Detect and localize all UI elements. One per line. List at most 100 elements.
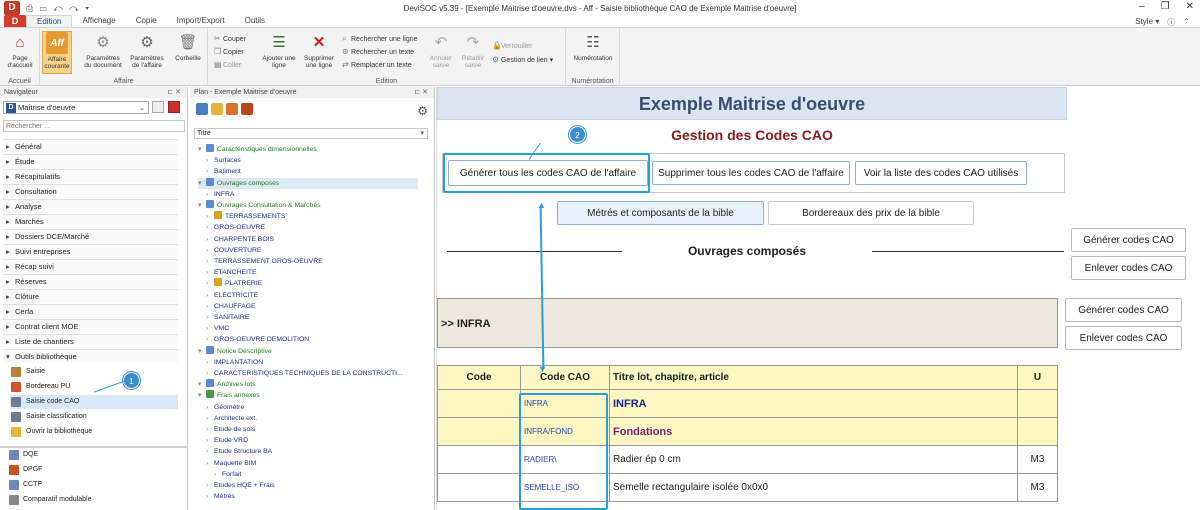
chevron-icon[interactable]: › bbox=[206, 491, 214, 502]
tab-outils[interactable]: Outils bbox=[235, 15, 275, 27]
chevron-icon[interactable]: ▾ bbox=[198, 390, 206, 401]
chevron-icon[interactable]: › bbox=[206, 256, 214, 267]
navigator-search-input[interactable] bbox=[3, 120, 185, 132]
link-management-button[interactable]: ⚙ Gestion de lien ▾ bbox=[492, 54, 553, 65]
navigator-tool-item[interactable]: Saisie code CAO bbox=[10, 395, 178, 409]
project-selector[interactable]: D Maîtrise d'oeuvre ⌄ bbox=[3, 101, 149, 114]
chevron-icon[interactable]: › bbox=[206, 245, 214, 256]
settings-gear-icon[interactable]: ⚙ bbox=[417, 104, 428, 118]
navigator-section[interactable]: Outils bibliothèque bbox=[3, 349, 178, 364]
chevron-icon[interactable]: › bbox=[206, 166, 214, 177]
plan-tree-node[interactable]: › COUVERTURE bbox=[206, 245, 261, 256]
current-project-button[interactable]: Aff Affaire courante bbox=[42, 31, 72, 74]
tree-icon[interactable] bbox=[196, 103, 208, 115]
plan-tree-node[interactable]: › Architecte ext. bbox=[206, 413, 257, 424]
infra-lot-row[interactable]: >> INFRA bbox=[437, 298, 1058, 348]
chevron-icon[interactable]: ▾ bbox=[198, 200, 206, 211]
chevron-icon[interactable]: › bbox=[214, 469, 222, 480]
style-menu[interactable]: Style ▾ bbox=[1135, 17, 1159, 28]
navigator-section[interactable]: Clôture bbox=[3, 289, 178, 304]
tab-file[interactable]: D bbox=[4, 15, 26, 27]
help-icon[interactable]: ⓘ bbox=[1167, 17, 1175, 28]
redo-button[interactable]: ↷ Rétablir saisie bbox=[458, 31, 488, 70]
chevron-icon[interactable]: › bbox=[206, 301, 214, 312]
chevron-icon[interactable]: › bbox=[206, 480, 214, 491]
cell-titre[interactable]: Radier ép 0 cm bbox=[609, 445, 1018, 474]
cell-titre[interactable]: Semelle rectangulaire isolée 0x0x0 bbox=[609, 473, 1018, 502]
chevron-icon[interactable]: › bbox=[206, 424, 214, 435]
chevron-icon[interactable]: › bbox=[206, 155, 214, 166]
delete-all-cao-button[interactable]: Supprimer tous les codes CAO de l'affair… bbox=[652, 161, 850, 185]
plan-tree-node[interactable]: ▾ Caractéristiques dimensionnelles bbox=[198, 144, 317, 155]
collapse-ribbon-icon[interactable]: ⌃ bbox=[1183, 17, 1190, 28]
navigator-section[interactable]: Consultation bbox=[3, 184, 178, 199]
lock-button[interactable]: 🔒Verrouiller bbox=[492, 40, 533, 51]
plan-tree-node[interactable]: › CHAUFFAGE bbox=[206, 301, 256, 312]
chevron-icon[interactable]: ▾ bbox=[198, 346, 206, 357]
cell-code[interactable] bbox=[437, 417, 521, 446]
plan-tree-node[interactable]: › CARACTERISTIQUES TECHNIQUES DE LA CONST… bbox=[206, 368, 403, 379]
chevron-icon[interactable]: › bbox=[206, 323, 214, 334]
cell-unit[interactable] bbox=[1017, 417, 1058, 446]
generate-cao-codes-button[interactable]: Générer codes CAO bbox=[1071, 228, 1186, 252]
plan-tree-node[interactable]: › CHARPENTE BOIS bbox=[206, 234, 274, 245]
plan-tree-node[interactable]: › Etude VRD bbox=[206, 435, 248, 446]
chevron-icon[interactable]: › bbox=[206, 413, 214, 424]
plan-tree-node[interactable]: › SANITAIRE bbox=[206, 312, 249, 323]
find-text-button[interactable]: ⊛ Rechercher un texte bbox=[342, 46, 414, 57]
generate-cao-codes-infra-button[interactable]: Générer codes CAO bbox=[1065, 298, 1182, 322]
undo-button[interactable]: ↶ Annuler saisie bbox=[426, 31, 456, 70]
plan-tree-node[interactable]: › GROS-OEUVRE DEMOLITION bbox=[206, 334, 309, 345]
plan-tree-node[interactable]: › Batiment bbox=[206, 166, 241, 177]
plan-tree-node[interactable]: ▾ Archives lots bbox=[198, 379, 256, 390]
plan-tree-node[interactable]: › TERRASSEMENT GROS-OEUVRE bbox=[206, 256, 323, 267]
cell-unit[interactable]: M3 bbox=[1017, 445, 1058, 474]
chevron-icon[interactable]: › bbox=[206, 211, 214, 222]
list-icon[interactable] bbox=[152, 101, 164, 113]
cut-button[interactable]: ✂ Couper bbox=[214, 33, 246, 44]
chevron-icon[interactable]: › bbox=[206, 357, 214, 368]
trash-button[interactable]: 🗑 Corbeille bbox=[173, 31, 203, 63]
cell-titre[interactable]: Fondations bbox=[609, 417, 1018, 446]
cell-code[interactable] bbox=[437, 389, 521, 418]
tab-import-export[interactable]: Import/Export bbox=[167, 15, 235, 27]
tab-edition[interactable]: Edition bbox=[26, 15, 73, 27]
tab-copie[interactable]: Copie bbox=[126, 15, 167, 27]
close-icon[interactable]: ✕ bbox=[1186, 1, 1194, 12]
tab-affichage[interactable]: Affichage bbox=[72, 15, 125, 27]
project-settings-button[interactable]: ⚙ Paramètres de l'affaire bbox=[128, 31, 166, 70]
document-settings-button[interactable]: ⚙ Paramètres du document bbox=[84, 31, 122, 70]
plan-tree-node[interactable]: › IMPLANTATION bbox=[206, 357, 263, 368]
plan-tree-node[interactable]: ▾ Frais annexes bbox=[198, 390, 260, 401]
navigator-document-item[interactable]: DPGF bbox=[3, 463, 185, 477]
plan-tree-node[interactable]: › Géomètre bbox=[206, 402, 244, 413]
navigator-section[interactable]: Dossiers DCE/Marché bbox=[3, 229, 178, 244]
cell-titre[interactable]: INFRA bbox=[609, 389, 1018, 418]
minimize-icon[interactable]: – bbox=[1139, 1, 1145, 12]
navigator-section[interactable]: Réserves bbox=[3, 274, 178, 289]
chevron-icon[interactable]: › bbox=[206, 458, 214, 469]
plan-tree-node[interactable]: › GROS-OEUVRE bbox=[206, 222, 265, 233]
navigator-section[interactable]: Liste de chantiers bbox=[3, 334, 178, 349]
delete-line-button[interactable]: ✕ Supprimer une ligne bbox=[300, 31, 338, 70]
chevron-icon[interactable]: ▾ bbox=[198, 178, 206, 189]
chevron-icon[interactable]: ▾ bbox=[198, 379, 206, 390]
navigator-tool-item[interactable]: Saisie classification bbox=[10, 410, 178, 424]
navigator-section[interactable]: Suivi entreprises bbox=[3, 244, 178, 259]
plan-tree-node[interactable]: › PLATRERIE bbox=[206, 278, 262, 289]
navigator-tool-item[interactable]: Saisie bbox=[10, 365, 178, 379]
navigator-section[interactable]: Récapitulatifs bbox=[3, 169, 178, 184]
plan-tree-node[interactable]: ▾ Ouvrages composés bbox=[198, 177, 418, 189]
chevron-icon[interactable]: › bbox=[206, 234, 214, 245]
home-page-button[interactable]: ⌂ Page d'accueil bbox=[5, 31, 35, 70]
navigator-section[interactable]: Général bbox=[3, 139, 178, 154]
navigator-section[interactable]: Marchés bbox=[3, 214, 178, 229]
navigator-section[interactable]: Étude bbox=[3, 154, 178, 169]
calculator-icon[interactable] bbox=[168, 101, 180, 113]
plan-tree-node[interactable]: › Forfait bbox=[214, 469, 241, 480]
numbering-button[interactable]: ☷ Numérotation bbox=[569, 31, 617, 63]
chevron-icon[interactable]: › bbox=[206, 267, 214, 278]
chevron-icon[interactable]: ▾ bbox=[198, 144, 206, 155]
lot-icon[interactable] bbox=[226, 103, 238, 115]
chevron-icon[interactable]: › bbox=[206, 189, 214, 200]
